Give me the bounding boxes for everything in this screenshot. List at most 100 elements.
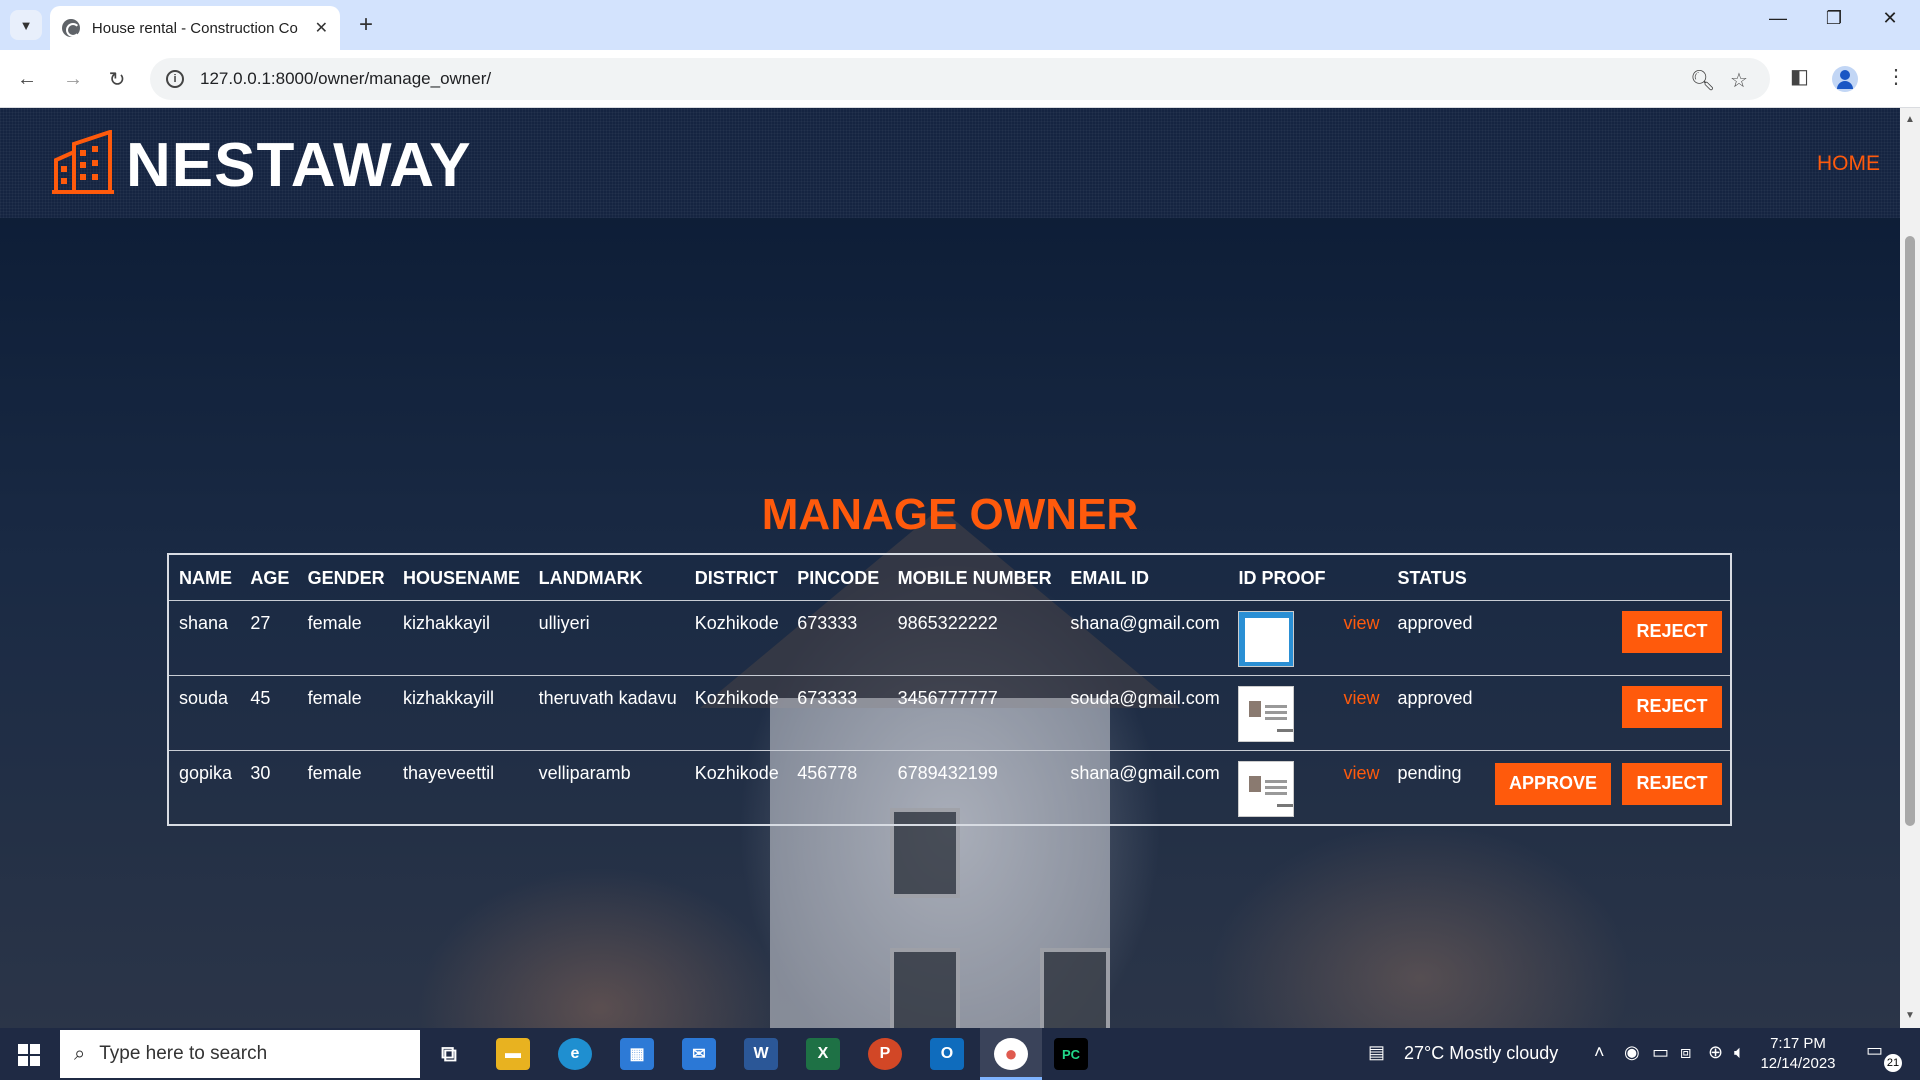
brand-name[interactable]: NESTAWAY [126, 130, 472, 201]
view-link[interactable]: view [1343, 613, 1379, 633]
excel-icon[interactable]: X [806, 1038, 840, 1070]
column-header [1481, 554, 1731, 600]
column-header: GENDER [307, 567, 385, 588]
reject-button[interactable]: REJECT [1622, 685, 1722, 728]
notification-badge: 21 [1884, 1054, 1902, 1072]
clock-date: 12/14/2023 [1760, 1055, 1836, 1072]
url-text[interactable]: 127.0.0.1:8000/owner/manage_owner/ [200, 69, 491, 89]
page-title: MANAGE OWNER [761, 490, 1139, 539]
cell-status: approved [1397, 687, 1473, 708]
row-actions: APPROVE REJECT [1491, 762, 1722, 813]
minimize-button[interactable]: — [1758, 8, 1798, 29]
column-header [1333, 554, 1387, 600]
chat-bubble-icon: ▭ [1866, 1040, 1884, 1060]
browser-tab-bar: ▼ House rental - Construction Co ✕ + — ❐… [0, 0, 1920, 50]
cell-email: shana@gmail.com [1070, 762, 1220, 783]
approve-button[interactable]: APPROVE [1495, 762, 1611, 805]
speaker-icon[interactable]: 🔈︎ [1734, 1042, 1745, 1063]
tab-close-icon[interactable]: ✕ [315, 18, 328, 38]
chevron-up-icon[interactable]: ˄ [1594, 1042, 1605, 1063]
cell-housename: thayeveettil [403, 762, 495, 783]
cell-age: 30 [250, 762, 271, 783]
windows-start-icon[interactable] [18, 1044, 40, 1066]
restore-button[interactable]: ❐ [1814, 8, 1854, 29]
cell-id-proof [1228, 750, 1333, 825]
cell-housename: kizhakkayil [403, 612, 491, 633]
edge-icon[interactable]: e [558, 1038, 592, 1070]
cell-status: approved [1397, 612, 1473, 633]
cell-actions: REJECT [1481, 675, 1731, 750]
column-header: EMAIL ID [1070, 567, 1150, 588]
page-scrollbar[interactable]: ▲ ▼ [1900, 108, 1920, 1028]
active-app-indicator [980, 1028, 1042, 1080]
battery-icon[interactable]: ▭ [1652, 1042, 1669, 1063]
profile-icon[interactable] [1832, 66, 1858, 92]
weather-text[interactable]: 27°C Mostly cloudy [1404, 1043, 1558, 1064]
file-explorer-icon[interactable]: ▬ [496, 1038, 530, 1070]
taskbar-search-box[interactable]: ⌕ Type here to search [60, 1030, 420, 1078]
address-bar[interactable]: i 127.0.0.1:8000/owner/manage_owner/ 🔍︎ … [150, 58, 1770, 100]
id-proof-thumbnail[interactable] [1238, 760, 1295, 817]
row-actions: REJECT [1491, 685, 1722, 738]
menu-icon[interactable]: ⋮ [1886, 64, 1906, 89]
cell-age: 45 [250, 687, 271, 708]
scroll-down-icon[interactable]: ▼ [1905, 1010, 1915, 1021]
search-icon: ⌕ [74, 1042, 86, 1065]
table-row: gopika 30 female thayeveettil velliparam… [168, 750, 1731, 825]
pycharm-icon[interactable]: PC [1054, 1038, 1088, 1070]
cell-view: view [1333, 675, 1387, 750]
reject-button[interactable]: REJECT [1622, 762, 1722, 805]
outlook-icon[interactable]: O [930, 1038, 964, 1070]
nav-home-link[interactable]: HOME [1817, 152, 1880, 176]
forward-button[interactable]: → [58, 64, 88, 94]
column-header: DISTRICT [694, 567, 778, 588]
cell-name: shana [179, 612, 229, 633]
word-icon[interactable]: W [744, 1038, 778, 1070]
mail-icon[interactable]: ✉ [682, 1038, 716, 1070]
zoom-icon[interactable]: 🔍︎ [1690, 68, 1715, 93]
cell-landmark: velliparamb [538, 762, 631, 783]
cell-mobile: 3456777777 [897, 687, 998, 708]
weather-icon[interactable]: ▤ [1368, 1042, 1385, 1063]
powerpoint-icon[interactable]: P [868, 1038, 902, 1070]
globe-icon [62, 19, 80, 37]
back-button[interactable]: ← [12, 64, 42, 94]
reload-button[interactable]: ↻ [102, 64, 132, 94]
scroll-up-icon[interactable]: ▲ [1905, 114, 1915, 125]
cell-email: shana@gmail.com [1070, 612, 1220, 633]
store-icon[interactable]: ▦ [620, 1038, 654, 1070]
table-row: shana 27 female kizhakkayil ulliyeri Koz… [168, 600, 1731, 675]
bookmark-star-icon[interactable]: ☆ [1730, 68, 1748, 93]
arrow-left-icon: ← [17, 67, 37, 90]
cell-name: gopika [179, 762, 233, 783]
cell-district: Kozhikode [694, 762, 779, 783]
camera-icon[interactable]: ⧈ [1680, 1042, 1691, 1063]
globe-network-icon[interactable]: ⊕ [1708, 1042, 1723, 1063]
side-panel-icon[interactable]: ◧ [1790, 64, 1809, 89]
id-proof-thumbnail[interactable] [1238, 610, 1295, 667]
close-window-button[interactable]: ✕ [1870, 8, 1910, 29]
cell-gender: female [307, 762, 362, 783]
cell-actions: APPROVE REJECT [1481, 750, 1731, 825]
tab-search-button[interactable]: ▼ [10, 10, 42, 40]
scrollbar-thumb[interactable] [1905, 236, 1915, 826]
row-actions: REJECT [1491, 610, 1722, 663]
browser-toolbar: ← → ↻ i 127.0.0.1:8000/owner/manage_owne… [0, 50, 1920, 108]
reject-button[interactable]: REJECT [1622, 610, 1722, 653]
browser-tab[interactable]: House rental - Construction Co ✕ [50, 6, 340, 50]
taskbar-clock[interactable]: 7:17 PM 12/14/2023 [1752, 1034, 1844, 1074]
house-window [890, 948, 960, 1028]
site-header: NESTAWAY HOME [0, 108, 1900, 218]
info-icon[interactable]: i [166, 70, 184, 88]
building-logo-icon [52, 130, 114, 194]
view-link[interactable]: view [1343, 763, 1379, 783]
column-header: STATUS [1397, 567, 1467, 588]
id-proof-thumbnail[interactable] [1238, 685, 1295, 742]
new-tab-button[interactable]: + [350, 10, 382, 40]
view-link[interactable]: view [1343, 688, 1379, 708]
owners-table: NAME AGE GENDER HOUSENAME LANDMARK DISTR… [167, 553, 1732, 826]
notification-center-icon[interactable]: ▭ 21 [1866, 1040, 1902, 1072]
column-header: LANDMARK [538, 567, 643, 588]
record-icon[interactable]: ◉ [1624, 1042, 1640, 1063]
task-view-icon[interactable]: ⧉ [432, 1038, 466, 1070]
